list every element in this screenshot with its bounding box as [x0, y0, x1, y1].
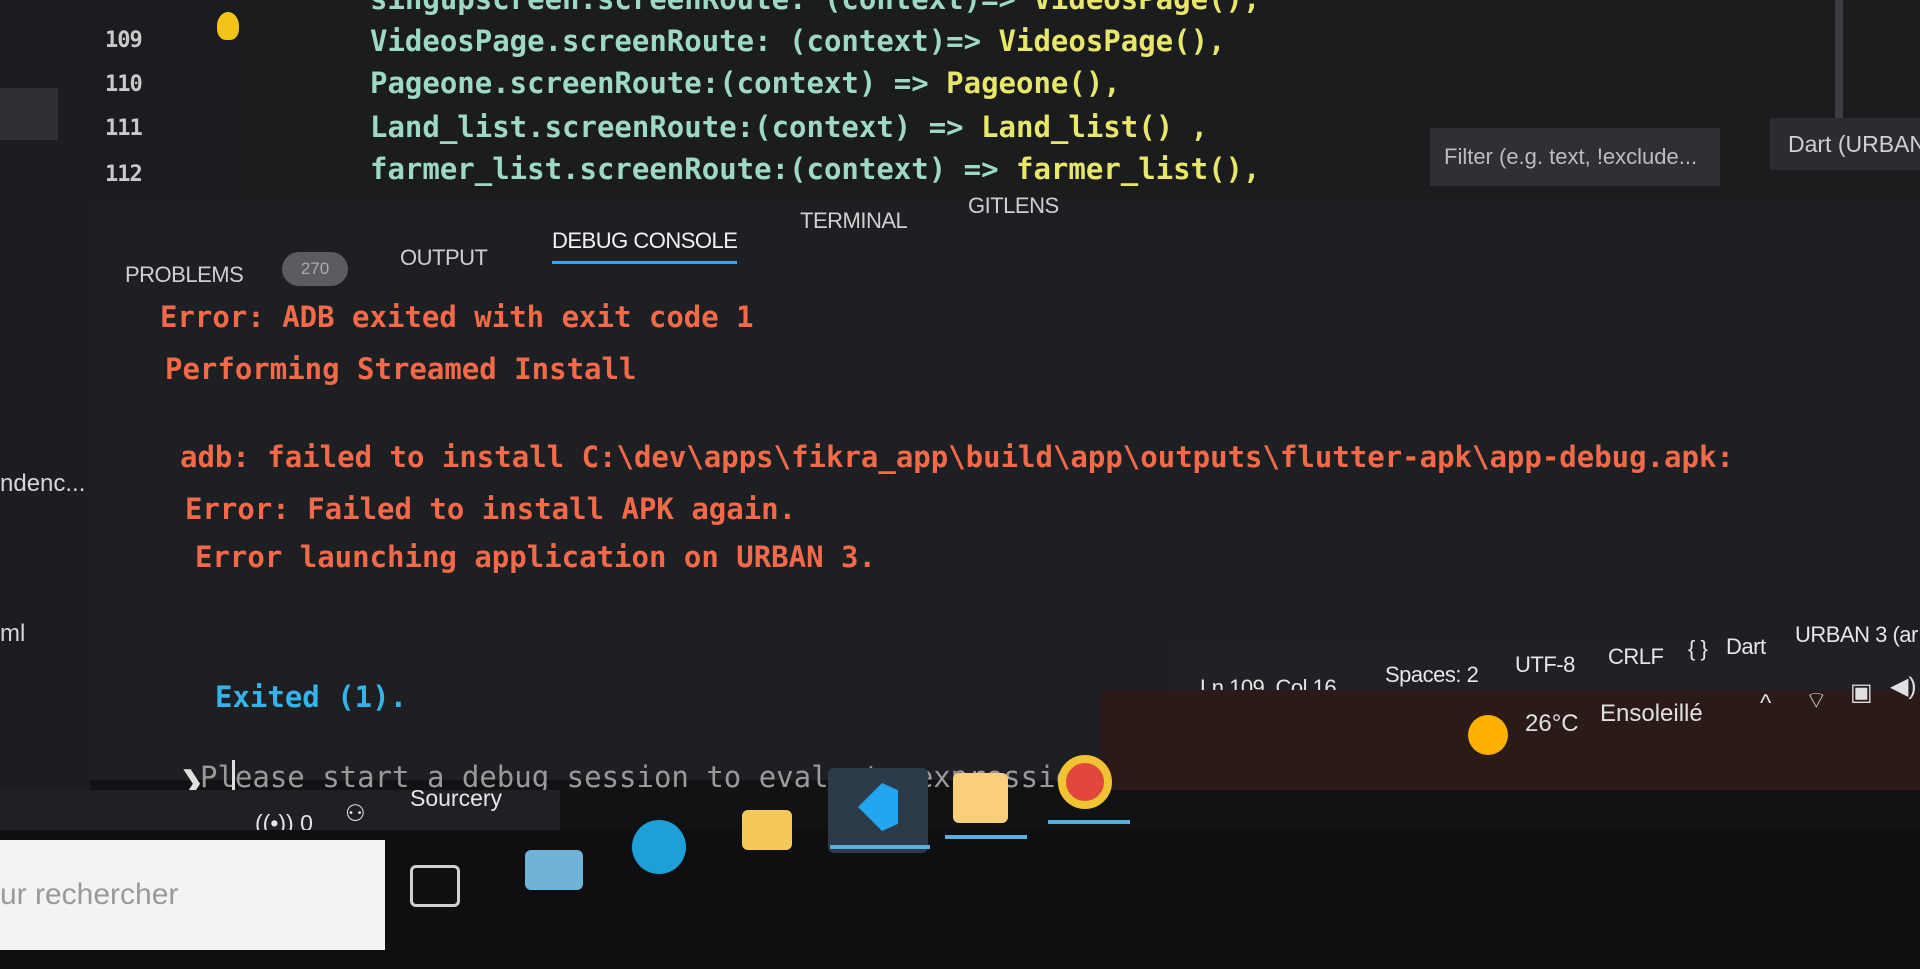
weather-temperature[interactable]: 26°C: [1525, 710, 1579, 738]
code-line: farmer_list.screenRoute:(context) => far…: [370, 152, 1260, 186]
running-app-indicator: [945, 835, 1027, 839]
code-route: farmer_list.screenRoute:(context) =>: [370, 152, 1017, 186]
weather-description[interactable]: Ensoleillé: [1600, 700, 1703, 728]
code-target: VideosPage(),: [998, 24, 1226, 58]
weather-sun-icon: [1468, 715, 1508, 755]
tray-chevron-up-icon[interactable]: ^: [1760, 690, 1771, 718]
code-route: Pageone.screenRoute:(context) =>: [370, 66, 947, 100]
code-target: farmer_list(),: [1016, 152, 1261, 186]
taskbar-search-input[interactable]: ur rechercher: [0, 840, 385, 950]
code-route: Land_list.screenRoute:(context) =>: [370, 110, 982, 144]
line-number: 111: [105, 116, 143, 141]
code-target: VideosPage(),: [1033, 0, 1260, 16]
status-eol[interactable]: CRLF: [1608, 644, 1664, 670]
code-route: VideosPage.screenRoute: (context)=>: [370, 24, 999, 58]
language-braces-icon: { }: [1688, 636, 1708, 661]
tab-output[interactable]: OUTPUT: [400, 245, 488, 271]
taskbar-tray-area: [1100, 690, 1920, 790]
console-line: Error: Failed to install APK again.: [185, 492, 797, 526]
task-view-icon[interactable]: [410, 865, 460, 907]
code-target: Pageone(),: [946, 66, 1121, 100]
console-line: Performing Streamed Install: [165, 352, 637, 386]
tab-problems[interactable]: PROBLEMS: [125, 262, 244, 288]
code-line: singupscreen.screenRoute: (context)=> Vi…: [370, 0, 1260, 16]
desktop-app-icon[interactable]: [525, 850, 583, 890]
file-explorer-icon[interactable]: [742, 810, 792, 850]
code-route: singupscreen.screenRoute: (context)=>: [370, 0, 1033, 16]
tab-gitlens[interactable]: GITLENS: [968, 193, 1059, 219]
status-encoding[interactable]: UTF-8: [1515, 652, 1575, 678]
console-line: adb: failed to install C:\dev\apps\fikra…: [180, 440, 1734, 474]
status-device[interactable]: URBAN 3 (ar: [1795, 622, 1918, 648]
line-number: 110: [105, 72, 143, 97]
code-line: Land_list.screenRoute:(context) => Land_…: [370, 110, 1208, 144]
edge-browser-icon[interactable]: [632, 820, 686, 874]
status-indentation[interactable]: Spaces: 2: [1385, 662, 1479, 688]
line-number: 112: [105, 162, 143, 187]
wifi-icon[interactable]: ⌔: [1805, 685, 1828, 715]
active-app-indicator: [830, 845, 930, 849]
lightbulb-icon[interactable]: [217, 12, 239, 40]
console-filter-input[interactable]: Filter (e.g. text, !exclude...: [1430, 128, 1720, 186]
chrome-browser-icon[interactable]: [1058, 755, 1112, 809]
battery-icon[interactable]: ▣: [1850, 678, 1873, 707]
tab-terminal[interactable]: TERMINAL: [800, 208, 908, 234]
explorer-item-truncated[interactable]: ndenc...: [0, 470, 85, 498]
running-app-indicator: [1048, 820, 1130, 824]
sourcery-status[interactable]: Sourcery: [410, 785, 502, 812]
sticky-notes-icon[interactable]: [953, 773, 1008, 823]
line-number: 109: [105, 28, 143, 53]
debug-session-select[interactable]: Dart (URBAN: [1770, 118, 1920, 170]
person-icon[interactable]: ⚇: [345, 800, 366, 827]
explorer-item-truncated[interactable]: ml: [0, 620, 25, 648]
problems-count-badge: 270: [282, 252, 348, 286]
status-language[interactable]: Dart: [1726, 634, 1766, 660]
code-target: Land_list() ,: [981, 110, 1209, 144]
explorer-sidebar: ndenc... ml: [0, 0, 90, 900]
console-line: Error launching application on URBAN 3.: [195, 540, 876, 574]
volume-icon[interactable]: ◀): [1890, 672, 1916, 701]
console-line: Error: ADB exited with exit code 1: [160, 300, 754, 334]
code-line: VideosPage.screenRoute: (context)=> Vide…: [370, 24, 1226, 58]
console-exit-line: Exited (1).: [215, 680, 408, 714]
tab-debug-console[interactable]: DEBUG CONSOLE: [552, 228, 738, 264]
code-line: Pageone.screenRoute:(context) => Pageone…: [370, 66, 1121, 100]
explorer-selected-item[interactable]: [0, 88, 58, 140]
